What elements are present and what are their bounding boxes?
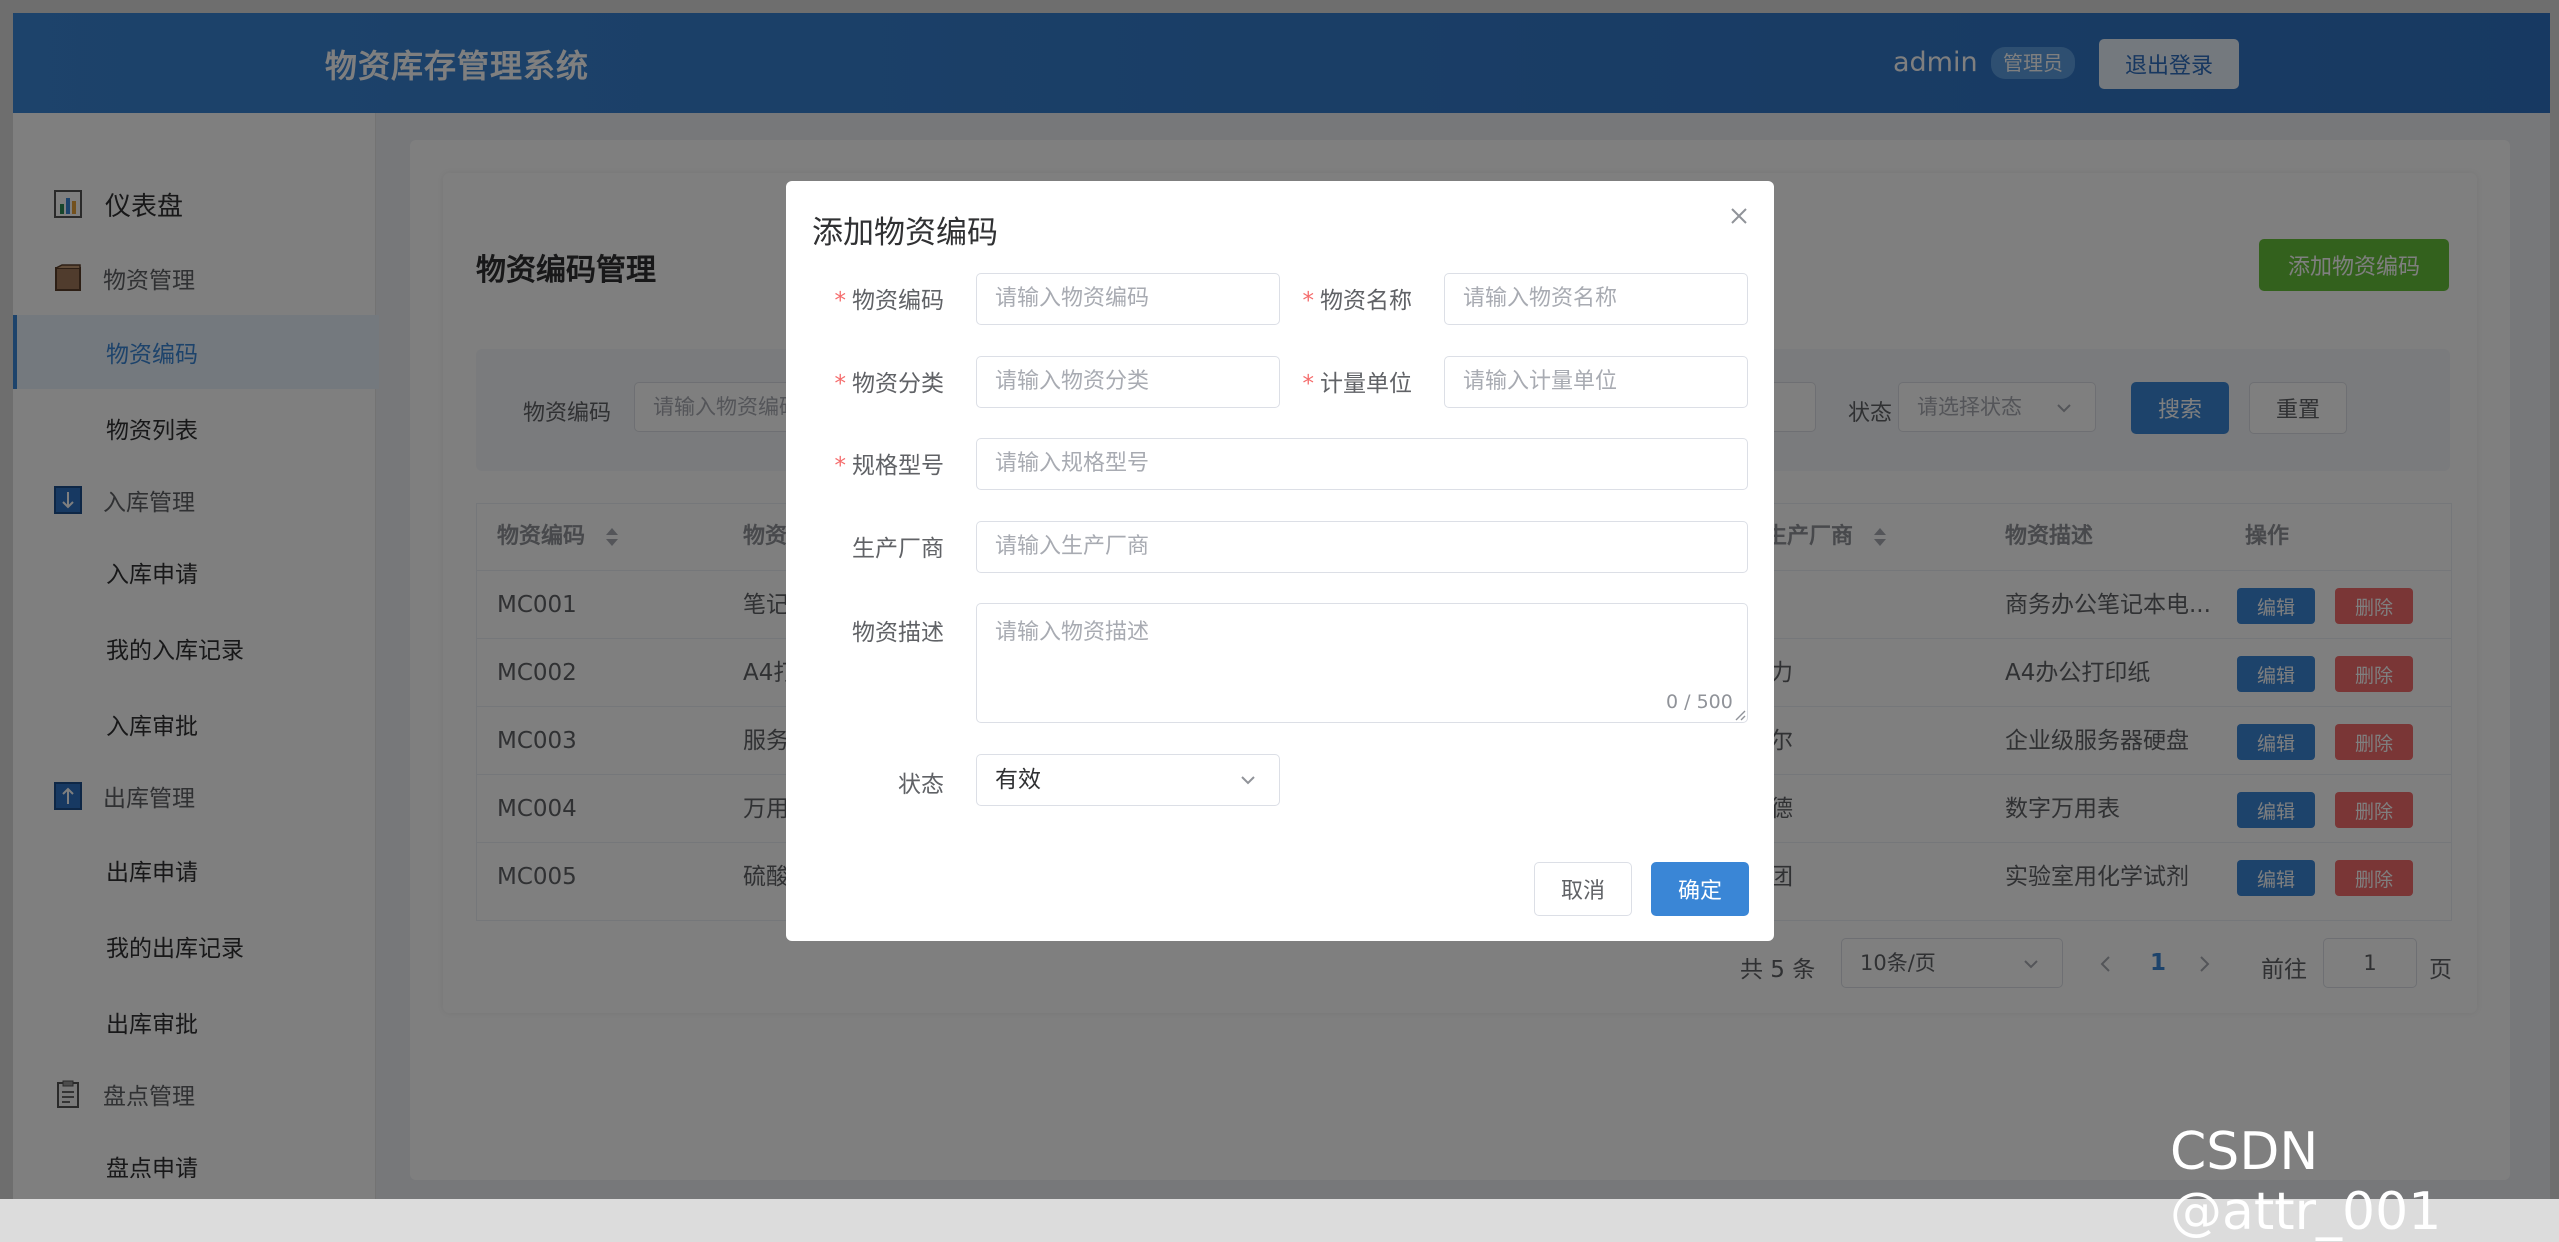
description-textarea[interactable]: 请输入物资描述	[976, 603, 1748, 723]
material-name-input[interactable]: 请输入物资名称	[1444, 273, 1748, 325]
confirm-button[interactable]: 确定	[1651, 862, 1749, 916]
field-label-desc: 物资描述	[852, 620, 944, 646]
spec-model-input[interactable]: 请输入规格型号	[976, 438, 1748, 490]
field-label-name: * 物资名称	[1302, 288, 1413, 314]
resize-handle-icon[interactable]	[1734, 709, 1746, 721]
add-material-dialog: 添加物资编码 * 物资编码 请输入物资编码 * 物资名称 请输入物资名称 * 物资分类…	[786, 181, 1774, 941]
cancel-button[interactable]: 取消	[1534, 862, 1632, 916]
measure-unit-input[interactable]: 请输入计量单位	[1444, 356, 1748, 408]
field-label-spec: * 规格型号	[834, 453, 945, 479]
field-label-status: 状态	[898, 772, 944, 798]
close-icon[interactable]	[1726, 203, 1752, 229]
description-placeholder: 请输入物资描述	[995, 620, 1150, 645]
char-counter: 0 / 500	[1666, 691, 1733, 713]
watermark: CSDN @attr_001	[2170, 1122, 2442, 1242]
dialog-title: 添加物资编码	[812, 215, 998, 251]
material-category-input[interactable]: 请输入物资分类	[976, 356, 1280, 408]
status-select[interactable]: 有效	[976, 754, 1280, 806]
manufacturer-input[interactable]: 请输入生产厂商	[976, 521, 1748, 573]
field-label-maker: 生产厂商	[852, 536, 944, 562]
field-label-code: * 物资编码	[834, 288, 945, 314]
status-select-value: 有效	[995, 767, 1041, 793]
chevron-down-icon	[1241, 776, 1255, 785]
material-code-input[interactable]: 请输入物资编码	[976, 273, 1280, 325]
field-label-unit: * 计量单位	[1302, 371, 1413, 397]
field-label-category: * 物资分类	[834, 371, 945, 397]
